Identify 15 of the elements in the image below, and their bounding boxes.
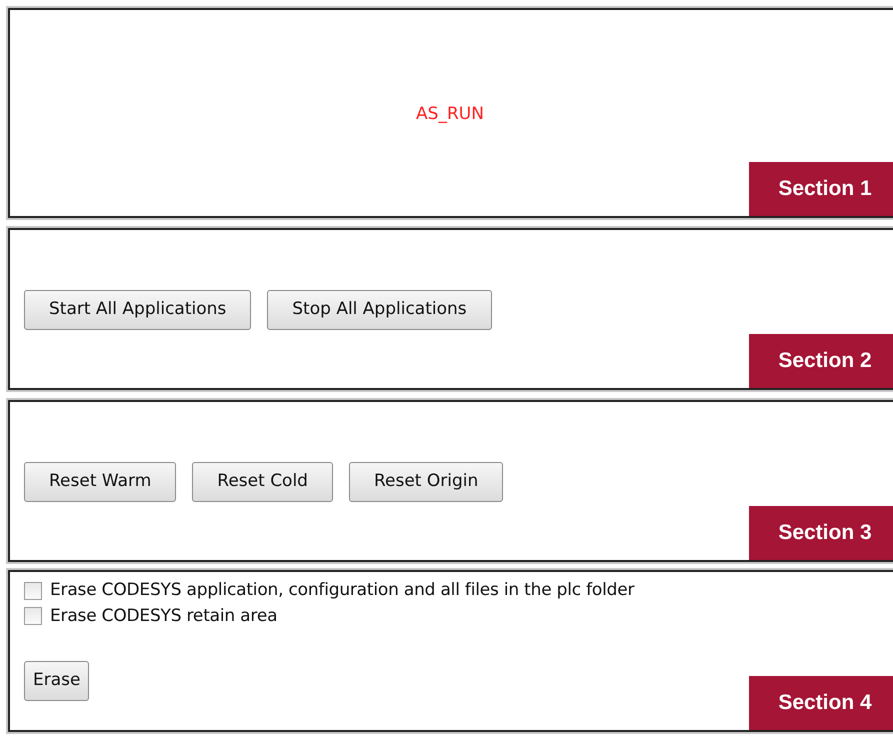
option-label: Erase CODESYS application, configuration and all files in the plc folder: [50, 579, 634, 602]
section-label: Section 2: [749, 334, 893, 388]
checkbox[interactable]: [24, 607, 42, 626]
action-button[interactable]: Reset Origin: [348, 462, 504, 502]
action-button[interactable]: Stop All Applications: [267, 290, 492, 330]
option-label: Erase CODESYS retain area: [50, 604, 278, 628]
action-button[interactable]: Reset Warm: [24, 462, 176, 502]
section-label: Section 1: [749, 162, 893, 216]
section-label: Section 4: [749, 676, 893, 730]
action-button[interactable]: Reset Cold: [192, 462, 333, 502]
checkbox[interactable]: [24, 582, 42, 600]
status-text: AS_RUN: [415, 103, 485, 126]
action-button[interactable]: Erase: [24, 661, 90, 700]
action-button[interactable]: Start All Applications: [24, 290, 252, 330]
section-label: Section 3: [749, 506, 893, 560]
